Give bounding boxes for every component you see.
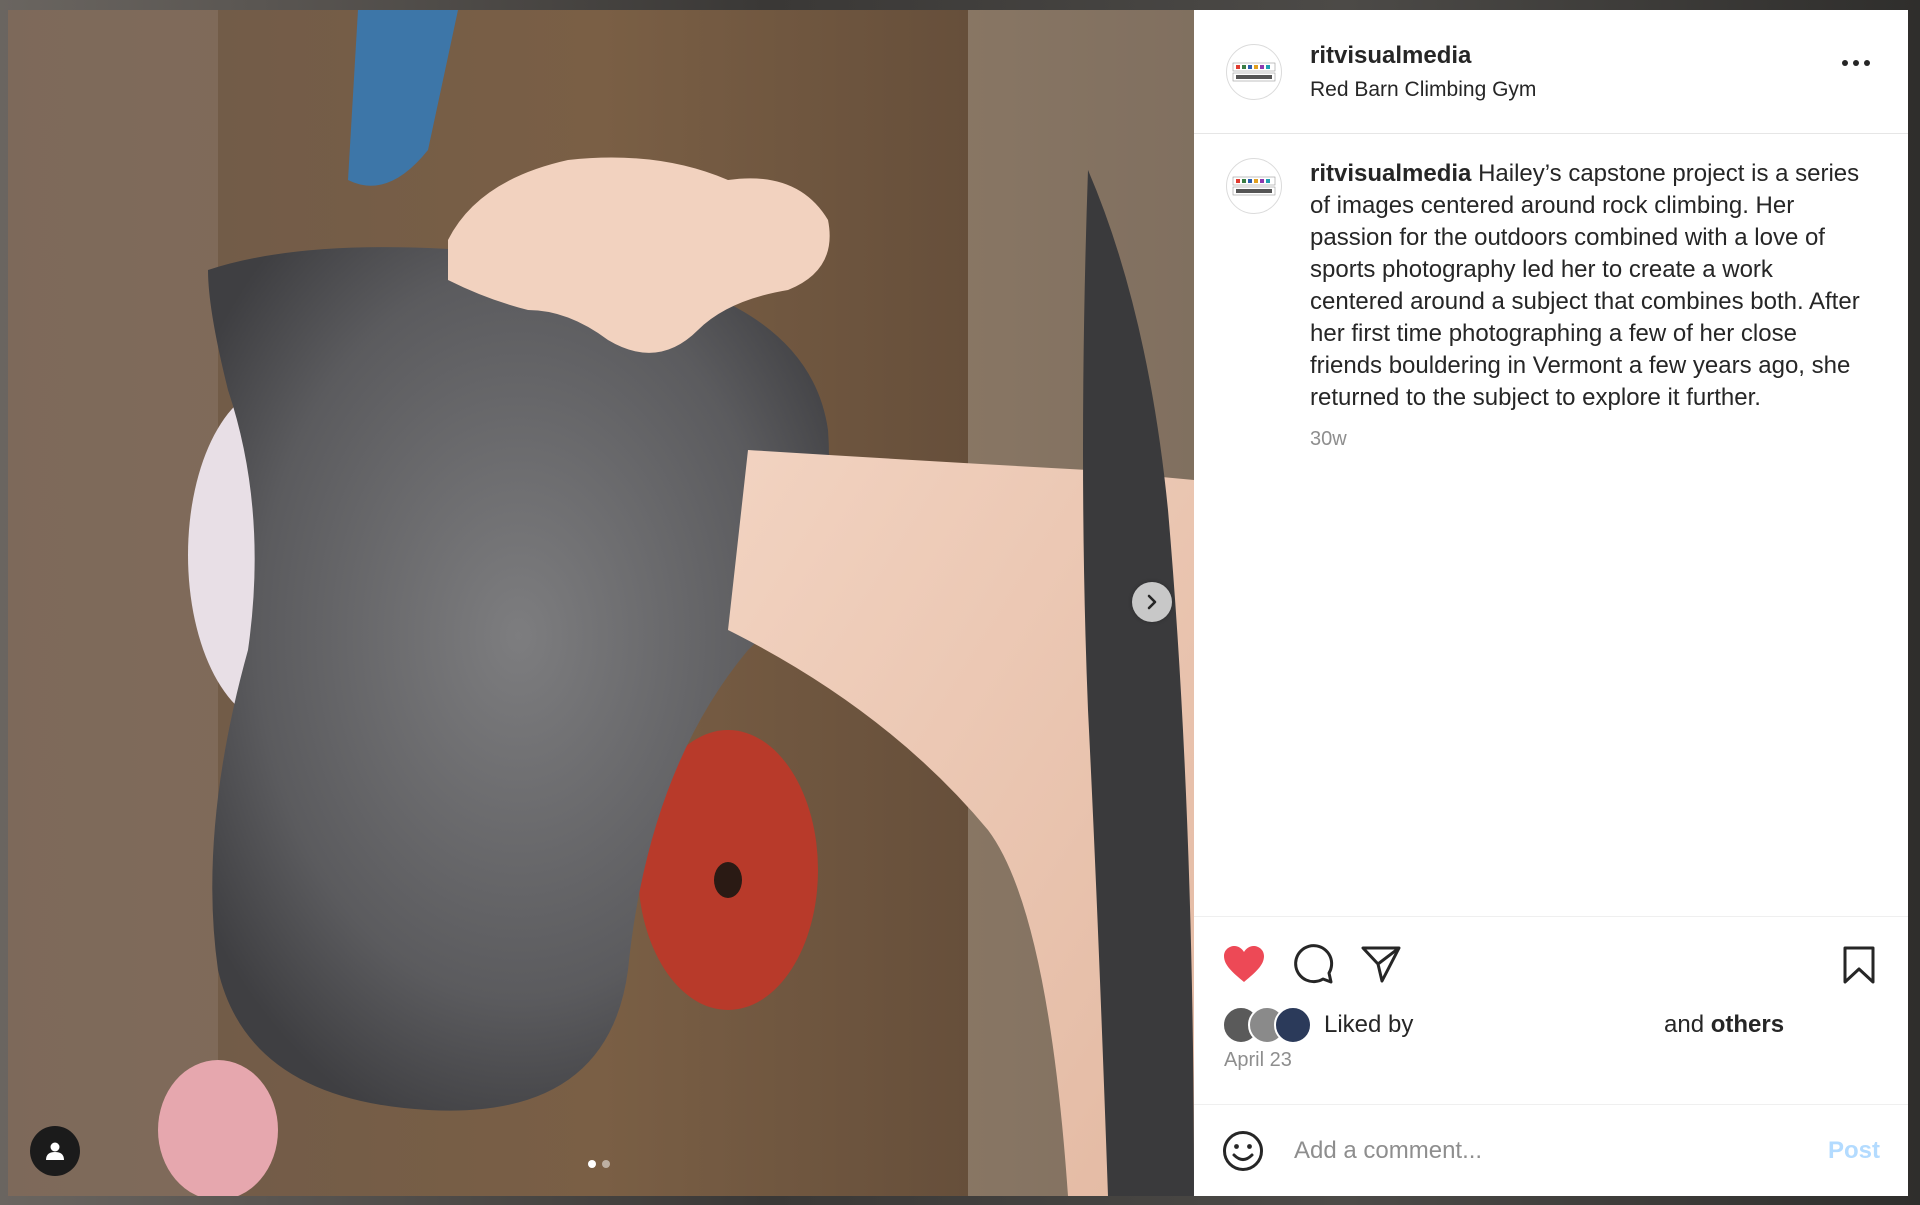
and-others-link[interactable]: and others (1664, 1011, 1784, 1039)
post-date[interactable]: April 23 (1224, 1049, 1880, 1072)
post-sidebar: ritvisualmedia Red Barn Climbing Gym rit… (1194, 10, 1908, 1196)
chevron-right-icon (1147, 594, 1157, 610)
more-dot (1864, 60, 1870, 66)
liker-avatars[interactable] (1222, 1006, 1312, 1044)
comments-area: ritvisualmedia Hailey’s capstone project… (1194, 134, 1908, 916)
comment-input[interactable] (1292, 1135, 1776, 1166)
carousel-indicator (588, 1160, 610, 1168)
carousel-dot-active (588, 1160, 596, 1168)
account-username[interactable]: ritvisualmedia (1310, 42, 1536, 70)
likes-summary: Liked by and others (1222, 1006, 1880, 1044)
more-options-button[interactable] (1842, 60, 1870, 66)
bookmark-icon (1843, 946, 1875, 984)
tagged-users-button[interactable] (30, 1126, 80, 1176)
comment-icon (1294, 944, 1334, 984)
share-icon (1361, 946, 1401, 983)
caption-username[interactable]: ritvisualmedia (1310, 160, 1471, 187)
like-button[interactable] (1222, 944, 1266, 984)
visual-media-logo (1232, 62, 1276, 81)
liker-avatar (1274, 1006, 1312, 1044)
add-comment-bar: Post (1194, 1104, 1908, 1196)
account-avatar[interactable] (1226, 43, 1282, 100)
caption-block: ritvisualmedia Hailey’s capstone project… (1310, 158, 1870, 892)
share-button[interactable] (1360, 944, 1402, 984)
caption-avatar[interactable] (1226, 158, 1282, 214)
post-modal: ritvisualmedia Red Barn Climbing Gym rit… (8, 10, 1908, 1196)
post-header: ritvisualmedia Red Barn Climbing Gym (1194, 10, 1908, 134)
post-actions: Liked by and others April 23 (1194, 916, 1908, 1104)
climbing-photo (8, 10, 1194, 1196)
visual-media-logo (1232, 176, 1276, 196)
user-tag-icon (46, 1142, 64, 1160)
liked-by-label: Liked by (1324, 1011, 1414, 1038)
save-button[interactable] (1842, 945, 1876, 990)
caption-text: Hailey’s capstone project is a series of… (1310, 160, 1860, 411)
emoji-icon (1223, 1130, 1263, 1171)
emoji-button[interactable] (1222, 1130, 1264, 1172)
heart-icon (1224, 946, 1264, 982)
carousel-dot (602, 1160, 610, 1168)
others-label[interactable]: others (1711, 1011, 1784, 1038)
post-comment-button[interactable]: Post (1828, 1137, 1880, 1165)
post-media (8, 10, 1194, 1196)
more-dot (1842, 60, 1848, 66)
post-time-ago[interactable]: 30w (1310, 428, 1870, 451)
more-dot (1853, 60, 1859, 66)
next-slide-button[interactable] (1132, 582, 1172, 622)
and-label: and (1664, 1011, 1711, 1038)
post-caption: ritvisualmedia Hailey’s capstone project… (1310, 158, 1870, 414)
post-location[interactable]: Red Barn Climbing Gym (1310, 78, 1536, 102)
comment-button[interactable] (1292, 943, 1334, 985)
